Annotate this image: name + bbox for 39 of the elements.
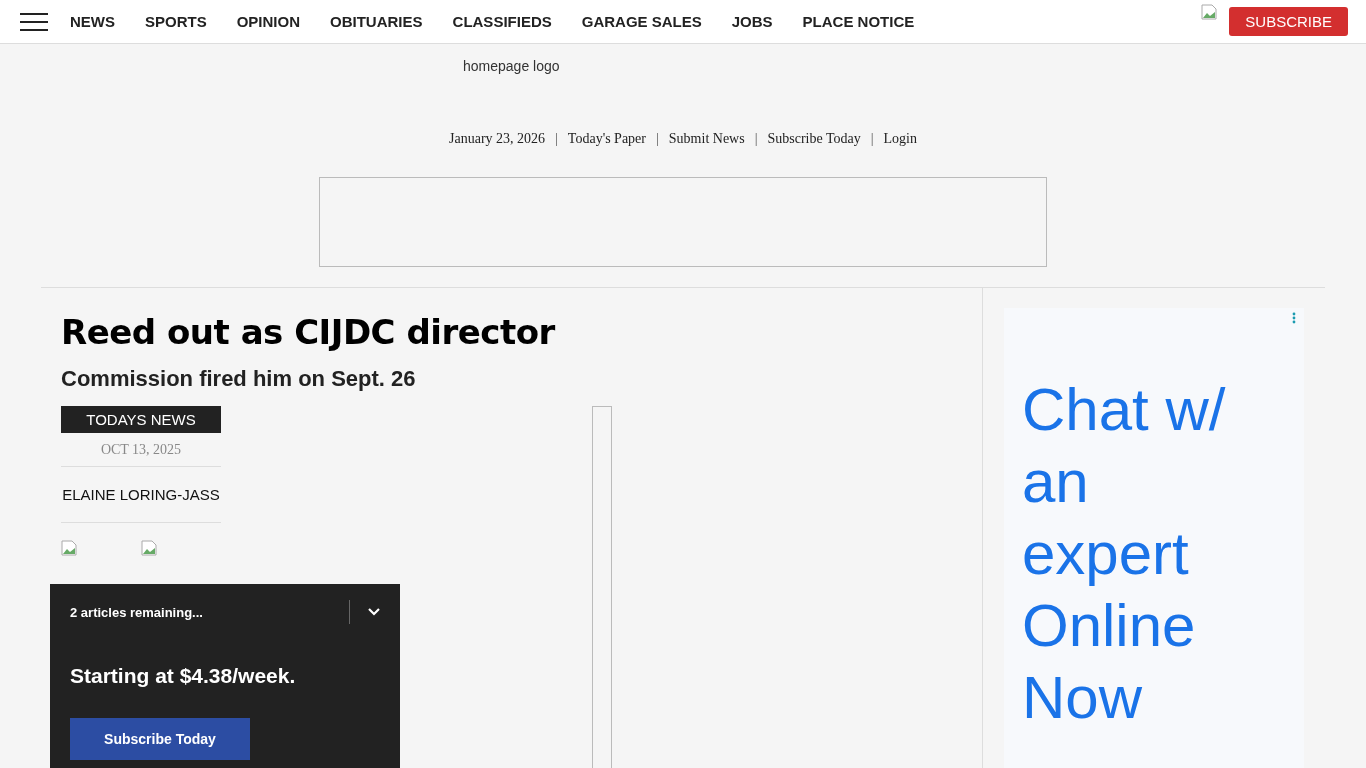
article-date: OCT 13, 2025 xyxy=(61,433,221,467)
nav-link[interactable]: NEWS xyxy=(70,13,115,30)
nav-link[interactable]: CLASSIFIEDS xyxy=(452,13,552,30)
ad-headline-text: Online xyxy=(1022,591,1197,661)
more-options-icon[interactable] xyxy=(1292,312,1296,324)
price-offer-text: Starting at $4.38/week. xyxy=(70,664,297,688)
nav-link[interactable]: JOBS xyxy=(731,13,773,30)
subscribe-today-button[interactable]: Subscribe Today xyxy=(70,718,250,760)
article-headline: Reed out as CIJDC director xyxy=(61,312,557,352)
nav-link[interactable]: PLACE NOTICE xyxy=(802,13,915,30)
separator: | xyxy=(656,131,659,147)
broken-image-icon xyxy=(1201,4,1218,20)
top-link[interactable]: Submit News xyxy=(668,131,745,147)
broken-image-icon[interactable] xyxy=(61,540,77,556)
chevron-down-icon[interactable] xyxy=(368,608,380,616)
articles-remaining-text: 2 articles remaining... xyxy=(70,604,204,620)
broken-image-icon[interactable] xyxy=(141,540,157,556)
subscribe-button[interactable]: SUBSCRIBE xyxy=(1229,7,1348,36)
date-text: January 23, 2026 xyxy=(449,131,546,147)
nav-link[interactable]: SPORTS xyxy=(145,13,207,30)
menu-icon[interactable] xyxy=(20,12,48,31)
top-link[interactable]: Today's Paper xyxy=(567,131,646,147)
nav-link[interactable]: OPINION xyxy=(236,13,301,30)
byline[interactable]: ELAINE LORING-JASS xyxy=(61,467,221,523)
separator: | xyxy=(754,131,758,147)
top-link[interactable]: Login xyxy=(883,131,917,147)
section-tag[interactable]: TODAYS NEWS xyxy=(61,406,221,433)
ad-headline-text: expert xyxy=(1022,519,1190,589)
article-subhead: Commission fired him on Sept. 26 xyxy=(61,366,417,392)
broken-logo-image[interactable]: homepage logo xyxy=(463,58,560,74)
ad-headline-text: Now xyxy=(1022,663,1144,733)
separator: | xyxy=(555,131,558,147)
ad-panel[interactable]: Chat w/ an expert Online Now xyxy=(1004,308,1304,768)
top-link[interactable]: Subscribe Today xyxy=(767,131,861,147)
nav-link[interactable]: OBITUARIES xyxy=(330,13,423,30)
nav-link[interactable]: GARAGE SALES xyxy=(581,13,702,30)
ad-headline-text: Chat w/ xyxy=(1022,375,1227,445)
separator: | xyxy=(870,131,874,147)
ad-headline-text: an xyxy=(1022,447,1090,517)
